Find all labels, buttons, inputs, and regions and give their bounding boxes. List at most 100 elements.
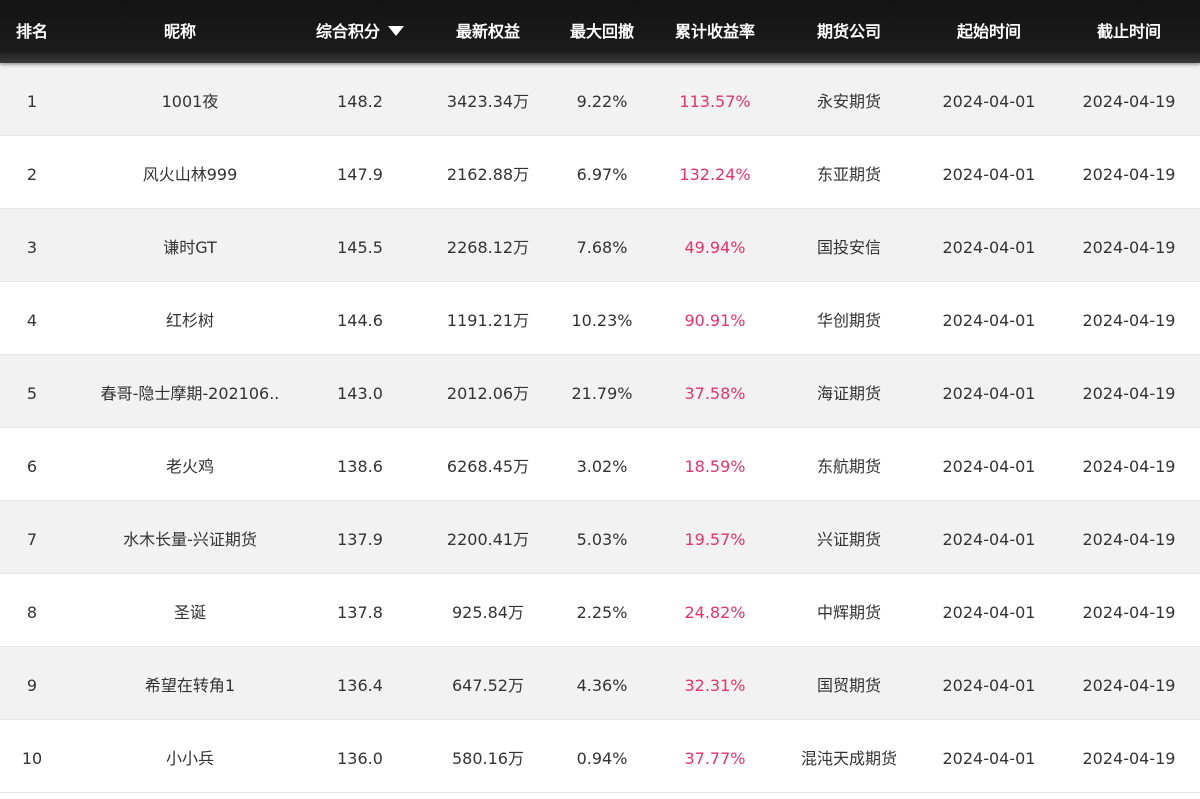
table-header: 排名 昵称 综合积分 最新权益 最大回撤 累计收益率 期货公司 起始时间 截止时…	[0, 0, 1200, 63]
cell-score: 145.5	[337, 238, 383, 257]
cell-cum-return: 19.57%	[684, 530, 746, 549]
cell-nickname[interactable]: 红杉树	[64, 282, 316, 355]
cell-max-drawdown: 7.68%	[576, 238, 628, 257]
cell-broker: 国贸期货	[816, 676, 881, 695]
cell-equity: 2162.88万	[446, 165, 530, 184]
cell-max-drawdown: 9.22%	[576, 92, 628, 111]
cell-cum-return: 37.77%	[684, 749, 746, 768]
cell-rank: 3	[26, 238, 38, 257]
header-end-date[interactable]: 截止时间	[1066, 0, 1192, 63]
cell-start-date: 2024-04-01	[942, 749, 1036, 768]
header-start-date[interactable]: 起始时间	[926, 0, 1052, 63]
cell-cum-return: 49.94%	[684, 238, 746, 257]
table-row[interactable]: 6 老火鸡 138.6 6268.45万 3.02% 18.59% 东航期货 2024-04-…	[0, 428, 1200, 501]
cell-nickname[interactable]: 水木长量-兴证期货	[64, 501, 316, 574]
cell-rank: 1	[26, 92, 38, 111]
cell-max-drawdown: 5.03%	[576, 530, 628, 549]
cell-rank: 5	[26, 384, 38, 403]
table-row[interactable]: 9 希望在转角1 136.4 647.52万 4.36% 32.31% 国贸期货 2024-0…	[0, 647, 1200, 720]
cell-broker: 海证期货	[816, 384, 881, 403]
table-body: 1 1001夜 148.2 3423.34万 9.22% 113.57% 永安期货 2024-…	[0, 63, 1200, 793]
cell-equity: 3423.34万	[446, 92, 530, 111]
table-row[interactable]: 10 小小兵 136.0 580.16万 0.94% 37.77% 混沌天成期货 2024-0…	[0, 720, 1200, 793]
cell-cum-return: 32.31%	[684, 676, 746, 695]
cell-nickname[interactable]: 老火鸡	[64, 428, 316, 501]
cell-rank: 9	[26, 676, 38, 695]
cell-max-drawdown: 10.23%	[571, 311, 633, 330]
cell-cum-return: 90.91%	[684, 311, 746, 330]
cell-end-date: 2024-04-19	[1082, 457, 1176, 476]
header-cum-return[interactable]: 累计收益率	[660, 0, 770, 63]
cell-max-drawdown: 21.79%	[571, 384, 633, 403]
header-score-sort[interactable]: 综合积分	[300, 0, 420, 63]
cell-nickname[interactable]: 希望在转角1	[64, 647, 316, 720]
cell-equity: 2012.06万	[446, 384, 530, 403]
header-max-drawdown[interactable]: 最大回撤	[552, 0, 652, 63]
cell-max-drawdown: 6.97%	[576, 165, 628, 184]
cell-start-date: 2024-04-01	[942, 165, 1036, 184]
cell-end-date: 2024-04-19	[1082, 165, 1176, 184]
header-rank[interactable]: 排名	[0, 0, 64, 63]
cell-end-date: 2024-04-19	[1082, 676, 1176, 695]
cell-end-date: 2024-04-19	[1082, 384, 1176, 403]
cell-end-date: 2024-04-19	[1082, 603, 1176, 622]
cell-max-drawdown: 4.36%	[576, 676, 628, 695]
cell-max-drawdown: 3.02%	[576, 457, 628, 476]
cell-cum-return: 132.24%	[679, 165, 751, 184]
table-row[interactable]: 1 1001夜 148.2 3423.34万 9.22% 113.57% 永安期货 2024-…	[0, 63, 1200, 136]
table-row[interactable]: 7 水木长量-兴证期货 137.9 2200.41万 5.03% 19.57% 兴证期货 20…	[0, 501, 1200, 574]
cell-score: 138.6	[337, 457, 383, 476]
cell-score: 144.6	[337, 311, 383, 330]
header-score-label: 综合积分	[315, 22, 380, 41]
cell-start-date: 2024-04-01	[942, 238, 1036, 257]
cell-rank: 2	[26, 165, 38, 184]
cell-broker: 东亚期货	[816, 165, 881, 184]
header-broker[interactable]: 期货公司	[786, 0, 912, 63]
header-nickname[interactable]: 昵称	[100, 0, 260, 63]
table-row[interactable]: 3 谦时GT 145.5 2268.12万 7.68% 49.94% 国投安信 2024-04…	[0, 209, 1200, 282]
cell-score: 147.9	[337, 165, 383, 184]
cell-rank: 8	[26, 603, 38, 622]
cell-score: 143.0	[337, 384, 383, 403]
cell-end-date: 2024-04-19	[1082, 311, 1176, 330]
cell-equity: 6268.45万	[446, 457, 530, 476]
cell-score: 136.0	[337, 749, 383, 768]
cell-max-drawdown: 0.94%	[576, 749, 628, 768]
cell-nickname[interactable]: 小小兵	[64, 720, 316, 793]
table-row[interactable]: 8 圣诞 137.8 925.84万 2.25% 24.82% 中辉期货 2024-04-01…	[0, 574, 1200, 647]
sort-descending-icon[interactable]	[388, 26, 404, 36]
cell-score: 137.9	[337, 530, 383, 549]
cell-broker: 东航期货	[816, 457, 881, 476]
cell-end-date: 2024-04-19	[1082, 92, 1176, 111]
cell-start-date: 2024-04-01	[942, 530, 1036, 549]
cell-start-date: 2024-04-01	[942, 92, 1036, 111]
table-row[interactable]: 2 风火山林999 147.9 2162.88万 6.97% 132.24% 东亚期货 202…	[0, 136, 1200, 209]
cell-cum-return: 24.82%	[684, 603, 746, 622]
cell-nickname[interactable]: 圣诞	[64, 574, 316, 647]
cell-broker: 永安期货	[816, 92, 881, 111]
cell-end-date: 2024-04-19	[1082, 530, 1176, 549]
cell-rank: 7	[26, 530, 38, 549]
cell-broker: 混沌天成期货	[800, 749, 897, 768]
header-equity[interactable]: 最新权益	[428, 0, 548, 63]
ranking-table: 排名 昵称 综合积分 最新权益 最大回撤 累计收益率 期货公司 起始时间 截止时…	[0, 0, 1200, 799]
table-row[interactable]: 5 春哥-隐士摩期-202106.. 143.0 2012.06万 21.79% 37.5…	[0, 355, 1200, 428]
cell-broker: 华创期货	[816, 311, 881, 330]
cell-cum-return: 18.59%	[684, 457, 746, 476]
cell-broker: 中辉期货	[816, 603, 881, 622]
cell-nickname[interactable]: 谦时GT	[64, 209, 316, 282]
cell-nickname[interactable]: 1001夜	[64, 63, 316, 136]
cell-rank: 10	[21, 749, 43, 768]
cell-nickname[interactable]: 风火山林999	[64, 136, 316, 209]
cell-equity: 1191.21万	[446, 311, 530, 330]
cell-score: 137.8	[337, 603, 383, 622]
table-row[interactable]: 4 红杉树 144.6 1191.21万 10.23% 90.91% 华创期货 2024-04…	[0, 282, 1200, 355]
cell-equity: 2268.12万	[446, 238, 530, 257]
cell-rank: 6	[26, 457, 38, 476]
cell-nickname[interactable]: 春哥-隐士摩期-202106..	[64, 355, 316, 428]
cell-score: 148.2	[337, 92, 383, 111]
cell-max-drawdown: 2.25%	[576, 603, 628, 622]
cell-start-date: 2024-04-01	[942, 603, 1036, 622]
cell-equity: 580.16万	[452, 749, 524, 768]
cell-rank: 4	[26, 311, 38, 330]
